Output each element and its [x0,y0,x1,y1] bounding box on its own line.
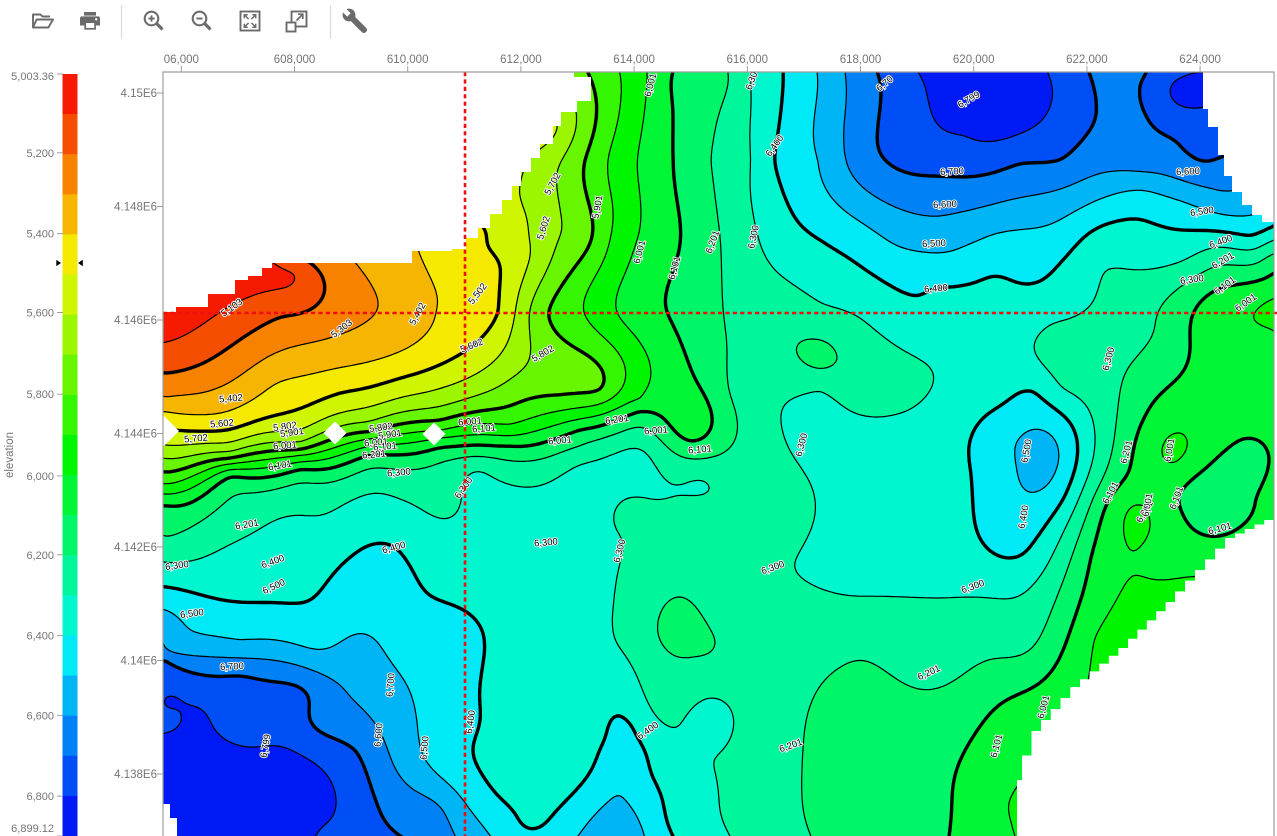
svg-text:6,001: 6,001 [548,435,573,448]
svg-text:6,600: 6,600 [1176,166,1200,178]
svg-text:6,101: 6,101 [688,444,713,457]
svg-text:5,602: 5,602 [210,418,235,431]
svg-text:6,600: 6,600 [373,723,386,748]
svg-text:5,402: 5,402 [219,393,244,406]
svg-text:6,500: 6,500 [419,736,432,761]
svg-text:6,001: 6,001 [644,425,669,438]
svg-text:6,700: 6,700 [220,661,244,673]
svg-text:6,500: 6,500 [922,238,946,250]
svg-text:6,300: 6,300 [534,537,559,550]
svg-text:6,400: 6,400 [924,283,949,296]
svg-text:6,700: 6,700 [385,673,398,698]
svg-text:6,201: 6,201 [362,449,387,462]
svg-text:6,700: 6,700 [940,166,964,178]
svg-text:6,101: 6,101 [472,423,497,436]
svg-text:6,300: 6,300 [387,467,412,480]
svg-text:6,001: 6,001 [273,440,298,453]
svg-text:5,702: 5,702 [184,433,209,446]
svg-text:6,600: 6,600 [933,199,957,211]
